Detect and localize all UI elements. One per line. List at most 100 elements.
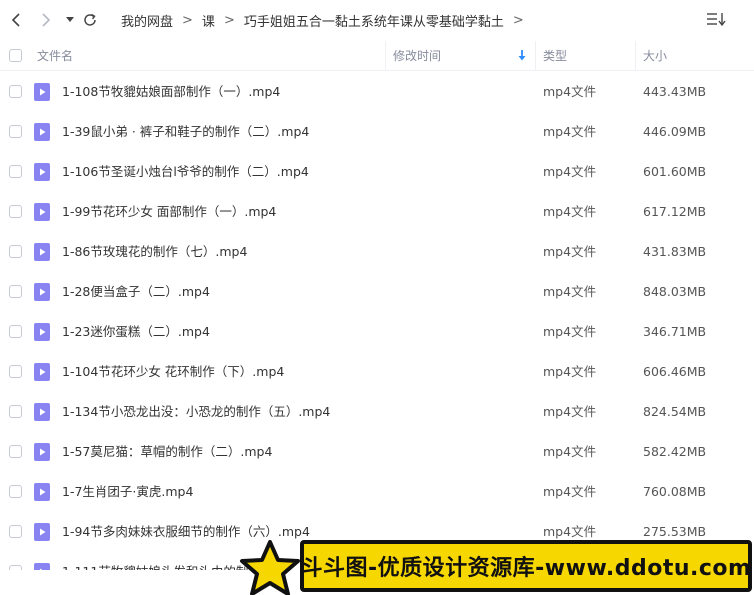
breadcrumb-separator: > (223, 13, 235, 28)
file-name[interactable]: 1-23迷你蛋糕（二）.mp4 (62, 312, 210, 352)
video-file-icon (34, 243, 50, 261)
file-name[interactable]: 1-7生肖团子·寅虎.mp4 (62, 472, 193, 512)
column-header: 文件名 修改时间 类型 大小 (0, 41, 754, 71)
file-size: 617.12MB (643, 204, 707, 219)
file-name[interactable]: 1-106节圣诞小烛台l爷爷的制作（二）.mp4 (62, 152, 309, 192)
video-file-icon (34, 363, 50, 381)
select-all-checkbox[interactable] (9, 49, 22, 62)
row-checkbox[interactable] (9, 205, 22, 218)
file-row[interactable]: 1-134节小恐龙出没：小恐龙的制作（五）.mp4 mp4文件 824.54MB (0, 392, 754, 432)
file-size: 606.46MB (643, 364, 707, 379)
arrow-down-icon (518, 50, 526, 61)
row-checkbox[interactable] (9, 85, 22, 98)
file-name[interactable]: 1-57莫尼猫：草帽的制作（二）.mp4 (62, 432, 272, 472)
breadcrumb: 我的网盘 > 课 > 巧手姐姐五合一黏土系统年课从零基础学黏土 > (121, 11, 533, 30)
chevron-right-icon (42, 13, 51, 27)
column-divider (635, 41, 636, 71)
file-size: 601.60MB (643, 164, 707, 179)
caret-down-icon (66, 17, 74, 22)
video-file-icon (34, 83, 50, 101)
file-row[interactable]: 1-28便当盒子（二）.mp4 mp4文件 848.03MB (0, 272, 754, 312)
row-checkbox[interactable] (9, 485, 22, 498)
back-button[interactable] (6, 9, 26, 31)
column-type-header[interactable]: 类型 (543, 41, 567, 71)
file-size: 446.09MB (643, 124, 707, 139)
video-file-icon (34, 403, 50, 421)
refresh-button[interactable] (80, 9, 100, 31)
video-file-icon (34, 563, 50, 570)
file-name[interactable]: 1-99节花环少女 面部制作（一）.mp4 (62, 192, 276, 232)
file-size: 760.08MB (643, 484, 707, 499)
row-checkbox[interactable] (9, 445, 22, 458)
file-size: 582.42MB (643, 444, 707, 459)
file-name[interactable]: 1-111节牧貔姑娘头发和头巾的制作 (62, 552, 261, 570)
file-type: mp4文件 (543, 84, 597, 99)
file-type: mp4文件 (543, 204, 597, 219)
file-row[interactable]: 1-7生肖团子·寅虎.mp4 mp4文件 760.08MB (0, 472, 754, 512)
file-type: mp4文件 (543, 364, 597, 379)
row-checkbox[interactable] (9, 165, 22, 178)
row-checkbox[interactable] (9, 245, 22, 258)
file-row[interactable]: 1-23迷你蛋糕（二）.mp4 mp4文件 346.71MB (0, 312, 754, 352)
refresh-icon (84, 13, 96, 26)
file-type: mp4文件 (543, 404, 597, 419)
file-type: mp4文件 (543, 124, 597, 139)
file-list: 1-108节牧貔姑娘面部制作（一）.mp4 mp4文件 443.43MB 1-3… (0, 72, 754, 570)
file-type: mp4文件 (543, 484, 597, 499)
video-file-icon (34, 323, 50, 341)
file-row[interactable]: 1-106节圣诞小烛台l爷爷的制作（二）.mp4 mp4文件 601.60MB (0, 152, 754, 192)
breadcrumb-my-drive[interactable]: 我的网盘 (121, 11, 173, 30)
star-icon (240, 540, 300, 595)
column-size-header[interactable]: 大小 (643, 41, 667, 71)
row-checkbox[interactable] (9, 525, 22, 538)
file-name[interactable]: 1-39鼠小弟 · 裤子和鞋子的制作（二）.mp4 (62, 112, 309, 152)
column-modified-header[interactable]: 修改时间 (393, 41, 441, 71)
file-row[interactable]: 1-99节花环少女 面部制作（一）.mp4 mp4文件 617.12MB (0, 192, 754, 232)
toolbar: 我的网盘 > 课 > 巧手姐姐五合一黏土系统年课从零基础学黏土 > (0, 0, 754, 40)
file-name[interactable]: 1-108节牧貔姑娘面部制作（一）.mp4 (62, 72, 280, 112)
file-name[interactable]: 1-134节小恐龙出没：小恐龙的制作（五）.mp4 (62, 392, 330, 432)
file-name[interactable]: 1-86节玫瑰花的制作（七）.mp4 (62, 232, 247, 272)
file-name[interactable]: 1-104节花环少女 花环制作（下）.mp4 (62, 352, 284, 392)
row-checkbox[interactable] (9, 285, 22, 298)
file-type: mp4文件 (543, 164, 597, 179)
row-checkbox[interactable] (9, 365, 22, 378)
video-file-icon (34, 443, 50, 461)
file-size: 848.03MB (643, 284, 707, 299)
watermark-label-box: 斗斗图-优质设计资源库-www.ddotu.com (300, 540, 752, 592)
video-file-icon (34, 203, 50, 221)
file-type: mp4文件 (543, 444, 597, 459)
chevron-left-icon (11, 13, 20, 27)
file-size: 443.43MB (643, 84, 707, 99)
file-type: mp4文件 (543, 324, 597, 339)
vertical-scrollbar[interactable] (747, 72, 753, 570)
column-divider (385, 41, 386, 71)
forward-button[interactable] (36, 9, 56, 31)
breadcrumb-course[interactable]: 课 (202, 11, 215, 30)
video-file-icon (34, 523, 50, 541)
file-size: 346.71MB (643, 324, 707, 339)
row-checkbox[interactable] (9, 565, 22, 570)
file-row[interactable]: 1-39鼠小弟 · 裤子和鞋子的制作（二）.mp4 mp4文件 446.09MB (0, 112, 754, 152)
column-name-header[interactable]: 文件名 (37, 41, 73, 71)
breadcrumb-current-folder[interactable]: 巧手姐姐五合一黏土系统年课从零基础学黏土 (244, 11, 504, 30)
row-checkbox[interactable] (9, 125, 22, 138)
watermark-banner: 斗斗图-优质设计资源库-www.ddotu.com (236, 536, 754, 595)
breadcrumb-separator: > (182, 13, 193, 28)
row-checkbox[interactable] (9, 405, 22, 418)
file-row[interactable]: 1-108节牧貔姑娘面部制作（一）.mp4 mp4文件 443.43MB (0, 72, 754, 112)
video-file-icon (34, 483, 50, 501)
history-dropdown-button[interactable] (64, 9, 76, 31)
sort-descending-button[interactable] (518, 50, 526, 62)
file-row[interactable]: 1-86节玫瑰花的制作（七）.mp4 mp4文件 431.83MB (0, 232, 754, 272)
file-type: mp4文件 (543, 284, 597, 299)
file-row[interactable]: 1-57莫尼猫：草帽的制作（二）.mp4 mp4文件 582.42MB (0, 432, 754, 472)
sort-list-icon (707, 13, 726, 27)
file-name[interactable]: 1-28便当盒子（二）.mp4 (62, 272, 210, 312)
column-divider (535, 41, 536, 71)
breadcrumb-separator: > (512, 13, 524, 28)
file-row[interactable]: 1-104节花环少女 花环制作（下）.mp4 mp4文件 606.46MB (0, 352, 754, 392)
sort-menu-button[interactable] (706, 11, 726, 31)
row-checkbox[interactable] (9, 325, 22, 338)
file-type: mp4文件 (543, 244, 597, 259)
